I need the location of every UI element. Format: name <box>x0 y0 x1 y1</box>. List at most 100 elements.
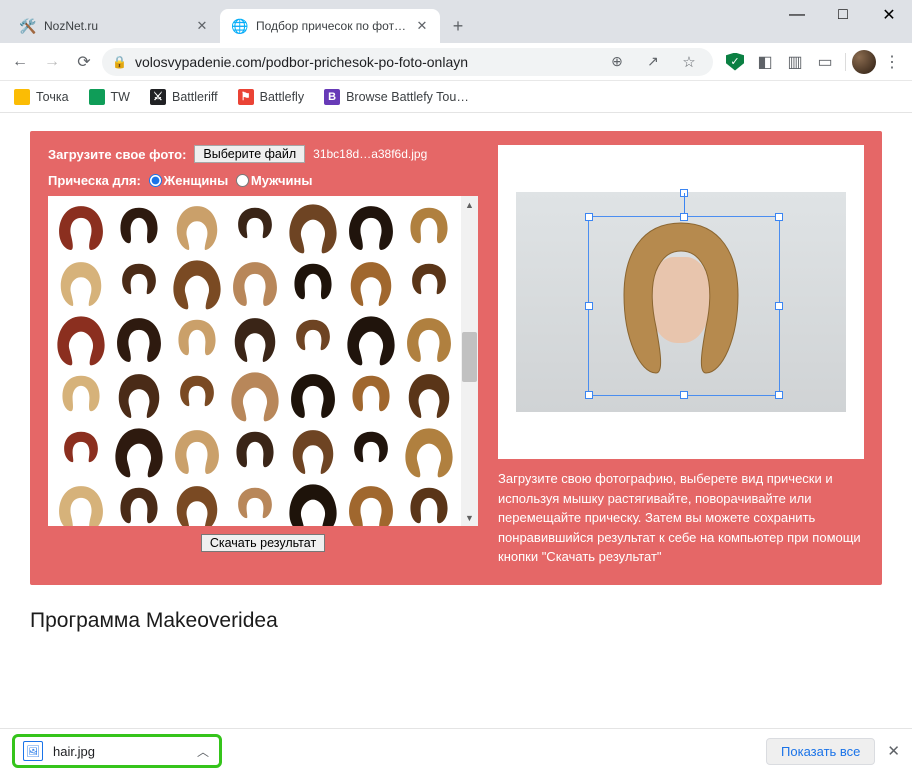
hairstyle-grid[interactable] <box>48 196 461 526</box>
hairstyle-thumb[interactable] <box>112 258 166 310</box>
back-button[interactable]: ← <box>6 48 34 76</box>
scroll-down-icon[interactable]: ▼ <box>461 509 478 526</box>
hairstyle-thumb[interactable] <box>344 202 398 254</box>
hairstyle-thumb[interactable] <box>286 258 340 310</box>
hairstyle-thumb[interactable] <box>112 482 166 526</box>
selection-box[interactable] <box>588 216 780 396</box>
hairstyle-thumb[interactable] <box>228 314 282 366</box>
close-shelf-icon[interactable]: ✕ <box>887 742 900 760</box>
shield-extension-icon[interactable]: ✓ <box>721 48 749 76</box>
bookmark-favicon: ⚔ <box>150 89 166 105</box>
download-item[interactable]: 🖼 hair.jpg ︿ <box>12 734 222 768</box>
close-icon[interactable]: ✕ <box>414 18 430 34</box>
hairstyle-thumb[interactable] <box>54 202 108 254</box>
hairstyle-thumb[interactable] <box>170 258 224 310</box>
tab-active[interactable]: 🌐 Подбор причесок по фото онла ✕ <box>220 9 440 43</box>
hairstyle-thumb[interactable] <box>402 258 456 310</box>
hairstyle-thumb[interactable] <box>344 426 398 478</box>
hairstyle-thumb[interactable] <box>54 258 108 310</box>
maximize-button[interactable]: □ <box>820 0 866 30</box>
bookmark-item[interactable]: TW <box>81 85 138 109</box>
bookmark-item[interactable]: ⚑ Battlefly <box>230 85 312 109</box>
truncated-paragraph <box>30 643 882 649</box>
hairstyle-thumb[interactable] <box>112 202 166 254</box>
scroll-thumb[interactable] <box>462 332 477 382</box>
hairstyle-thumb[interactable] <box>54 370 108 422</box>
hairstyle-thumb[interactable] <box>402 426 456 478</box>
section-heading: Программа Makeoveridea <box>30 609 882 633</box>
tool-extension-icon[interactable]: ▥ <box>781 48 809 76</box>
bookmark-item[interactable]: B Browse Battlefy Tou… <box>316 85 477 109</box>
gender-female-radio[interactable] <box>149 174 162 187</box>
hairstyle-thumb[interactable] <box>286 202 340 254</box>
resize-handle-w[interactable] <box>585 302 593 310</box>
menu-button[interactable]: ⋮ <box>878 48 906 76</box>
hairstyle-thumb[interactable] <box>54 314 108 366</box>
bookmark-item[interactable]: ⚔ Battleriff <box>142 85 226 109</box>
hairstyle-thumb[interactable] <box>228 258 282 310</box>
bookmark-item[interactable]: Точка <box>6 85 77 109</box>
minimize-button[interactable]: — <box>774 0 820 30</box>
hairstyle-thumb[interactable] <box>228 426 282 478</box>
gender-male-radio[interactable] <box>236 174 249 187</box>
sidebar-extension-icon[interactable]: ◧ <box>751 48 779 76</box>
scroll-up-icon[interactable]: ▲ <box>461 196 478 213</box>
phone-extension-icon[interactable]: ▭ <box>811 48 839 76</box>
hairstyle-thumb[interactable] <box>112 370 166 422</box>
hairstyle-thumb[interactable] <box>402 370 456 422</box>
gender-row: Прическа для: Женщины Мужчины <box>48 173 478 188</box>
reload-button[interactable]: ⟳ <box>70 48 98 76</box>
choose-file-button[interactable]: Выберите файл <box>194 145 305 163</box>
zoom-icon[interactable]: ⊕ <box>603 48 631 76</box>
profile-avatar[interactable] <box>852 50 876 74</box>
extension-icons: ✓ ◧ ▥ ▭ ⋮ <box>717 48 906 76</box>
address-bar[interactable]: 🔒 volosvypadenie.com/podbor-prichesok-po… <box>102 48 713 76</box>
hairstyle-thumb[interactable] <box>228 370 282 422</box>
resize-handle-n[interactable] <box>680 213 688 221</box>
hairstyle-thumb[interactable] <box>54 426 108 478</box>
scrollbar[interactable]: ▲ ▼ <box>461 196 478 526</box>
close-icon[interactable]: ✕ <box>194 18 210 34</box>
resize-handle-nw[interactable] <box>585 213 593 221</box>
show-all-downloads-button[interactable]: Показать все <box>766 738 875 765</box>
downloads-shelf: 🖼 hair.jpg ︿ Показать все ✕ <box>0 728 912 773</box>
hairstyle-thumb[interactable] <box>286 426 340 478</box>
download-result-button[interactable]: Скачать результат <box>201 534 325 552</box>
hairstyle-thumb[interactable] <box>170 426 224 478</box>
forward-button[interactable]: → <box>38 48 66 76</box>
hairstyle-thumb[interactable] <box>170 202 224 254</box>
resize-handle-ne[interactable] <box>775 213 783 221</box>
hairstyle-thumb[interactable] <box>54 482 108 526</box>
hairstyle-thumb[interactable] <box>170 314 224 366</box>
hairstyle-thumb[interactable] <box>402 314 456 366</box>
hairstyle-thumb[interactable] <box>228 202 282 254</box>
tab-noznet[interactable]: 🛠️ NozNet.ru ✕ <box>8 9 220 43</box>
hairstyle-thumb[interactable] <box>344 314 398 366</box>
close-window-button[interactable]: ✕ <box>866 0 912 30</box>
new-tab-button[interactable]: + <box>444 12 472 40</box>
hairstyle-thumb[interactable] <box>170 370 224 422</box>
hairstyle-thumb[interactable] <box>286 314 340 366</box>
hairstyle-thumb[interactable] <box>344 482 398 526</box>
chevron-up-icon[interactable]: ︿ <box>197 743 209 760</box>
hairstyle-thumb[interactable] <box>344 370 398 422</box>
hairstyle-thumb[interactable] <box>402 202 456 254</box>
hairstyle-thumb[interactable] <box>402 482 456 526</box>
share-icon[interactable]: ↗ <box>639 48 667 76</box>
preview-photo[interactable] <box>516 192 846 412</box>
bookmark-star-icon[interactable]: ☆ <box>675 48 703 76</box>
hairstyle-thumb[interactable] <box>170 482 224 526</box>
hairstyle-thumb[interactable] <box>286 370 340 422</box>
globe-icon: 🌐 <box>232 18 248 34</box>
page-viewport[interactable]: Загрузите свое фото: Выберите файл 31bc1… <box>0 113 912 728</box>
bookmark-favicon <box>14 89 30 105</box>
hairstyle-thumb[interactable] <box>228 482 282 526</box>
resize-handle-se[interactable] <box>775 391 783 399</box>
hairstyle-thumb[interactable] <box>344 258 398 310</box>
resize-handle-sw[interactable] <box>585 391 593 399</box>
resize-handle-s[interactable] <box>680 391 688 399</box>
hairstyle-thumb[interactable] <box>286 482 340 526</box>
resize-handle-e[interactable] <box>775 302 783 310</box>
hairstyle-thumb[interactable] <box>112 314 166 366</box>
hairstyle-thumb[interactable] <box>112 426 166 478</box>
